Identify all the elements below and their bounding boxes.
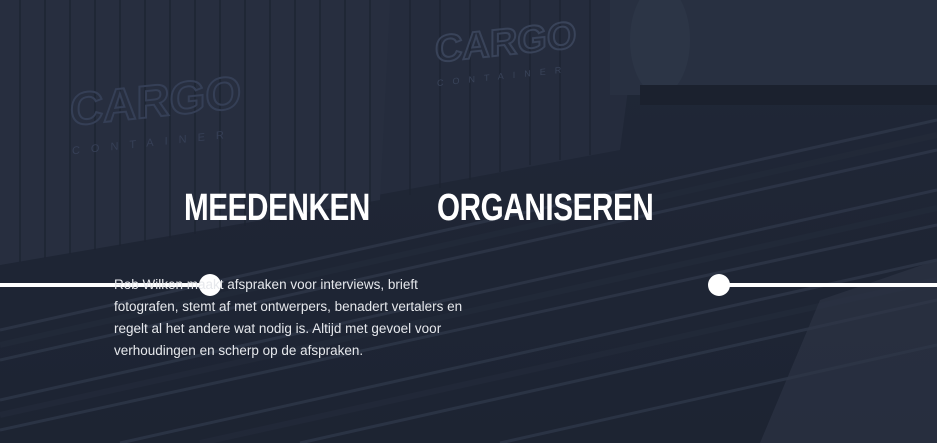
- hero-section: CARGO CONTAINER CARGO CONTAINER MEEDENKE…: [0, 0, 937, 443]
- heading-meedenken[interactable]: MEEDENKEN: [184, 186, 370, 230]
- timeline-line-right: [724, 283, 937, 287]
- heading-organiseren[interactable]: ORGANISEREN: [437, 186, 654, 230]
- description-text: Rob Wilken maakt afspraken voor intervie…: [114, 276, 463, 358]
- timeline-dot-right[interactable]: [708, 274, 730, 296]
